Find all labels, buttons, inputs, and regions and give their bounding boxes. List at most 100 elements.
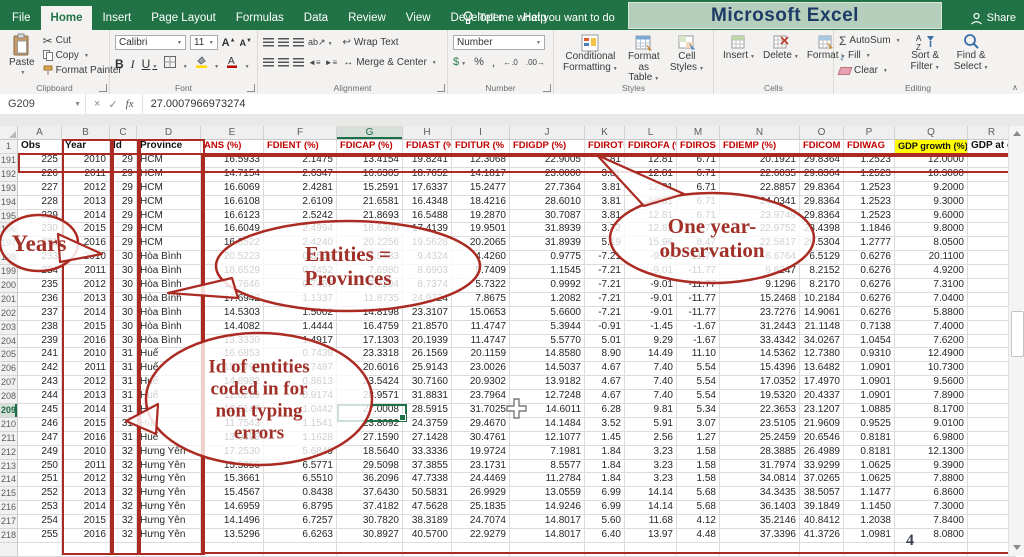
cell-N215[interactable]: 34.3435 bbox=[720, 487, 800, 501]
cell-C203[interactable]: 30 bbox=[110, 321, 137, 335]
cell-B215[interactable]: 2013 bbox=[62, 487, 110, 501]
cell-C216[interactable]: 32 bbox=[110, 501, 137, 515]
row-header-205[interactable]: 205 bbox=[0, 348, 18, 362]
field-header-FDIROTC ([interactable]: FDIROTC ( bbox=[585, 140, 625, 154]
cell-C197[interactable]: 29 bbox=[110, 237, 137, 251]
cell-B195[interactable]: 2014 bbox=[62, 210, 110, 224]
field-header-Year[interactable]: Year bbox=[62, 140, 110, 154]
cell-H197[interactable]: 19.5628 bbox=[403, 237, 452, 251]
cell-E214[interactable]: 15.3661 bbox=[201, 473, 264, 487]
vertical-scrollbar[interactable] bbox=[1008, 126, 1024, 556]
underline-button[interactable]: U bbox=[142, 57, 158, 71]
cell-B216[interactable]: 2014 bbox=[62, 501, 110, 515]
field-header-FDIROFA (%[interactable]: FDIROFA (% bbox=[625, 140, 677, 154]
cell-P196[interactable]: 1.1846 bbox=[844, 223, 895, 237]
cell-G208[interactable]: 28.9571 bbox=[337, 390, 403, 404]
cell-F195[interactable]: 2.5242 bbox=[264, 210, 337, 224]
cell-I206[interactable]: 23.0026 bbox=[452, 362, 510, 376]
cell-M201[interactable]: -11.77 bbox=[677, 293, 720, 307]
cell-F204[interactable]: 1.4917 bbox=[264, 335, 337, 349]
cell-P207[interactable]: 1.0901 bbox=[844, 376, 895, 390]
cell-F203[interactable]: 1.4444 bbox=[264, 321, 337, 335]
cell-L203[interactable]: -1.45 bbox=[625, 321, 677, 335]
row-header-211[interactable]: 211 bbox=[0, 432, 18, 446]
cell-D216[interactable]: Hưng Yên bbox=[137, 501, 201, 515]
cell-D200[interactable]: Hòa Bình bbox=[137, 279, 201, 293]
align-bottom-icon[interactable] bbox=[293, 38, 304, 47]
cell-D193[interactable]: HCM bbox=[137, 182, 201, 196]
cell-F193[interactable]: 2.4281 bbox=[264, 182, 337, 196]
cell-I198[interactable]: 4.4260 bbox=[452, 251, 510, 265]
cell-L206[interactable]: 7.40 bbox=[625, 362, 677, 376]
cell-F212[interactable]: 5.6849 bbox=[264, 446, 337, 460]
cell-Q215[interactable]: 6.8600 bbox=[895, 487, 968, 501]
cell-L202[interactable]: -9.01 bbox=[625, 307, 677, 321]
cell-A192[interactable]: 226 bbox=[18, 168, 62, 182]
cell-K194[interactable]: 3.81 bbox=[585, 196, 625, 210]
cell-A212[interactable]: 249 bbox=[18, 446, 62, 460]
cell-A199[interactable]: 234 bbox=[18, 265, 62, 279]
cell-K209[interactable]: 6.28 bbox=[585, 404, 625, 418]
scroll-down-button[interactable] bbox=[1010, 541, 1023, 554]
cell-A191[interactable]: 225 bbox=[18, 154, 62, 168]
cell-Q211[interactable]: 6.9800 bbox=[895, 432, 968, 446]
cell-L210[interactable]: 5.91 bbox=[625, 418, 677, 432]
collapse-ribbon-button[interactable]: ∧ bbox=[1012, 83, 1018, 92]
cell-H199[interactable]: 8.6903 bbox=[403, 265, 452, 279]
increase-indent-icon[interactable]: ►≡ bbox=[325, 58, 338, 67]
cell-C201[interactable]: 30 bbox=[110, 293, 137, 307]
cell-L196[interactable]: 12.81 bbox=[625, 223, 677, 237]
cell-C217[interactable]: 32 bbox=[110, 515, 137, 529]
row-header-191[interactable]: 191 bbox=[0, 154, 18, 168]
cell-F214[interactable]: 6.5510 bbox=[264, 473, 337, 487]
name-box[interactable]: G209 ▼ bbox=[0, 94, 86, 114]
cell-K195[interactable]: 3.81 bbox=[585, 210, 625, 224]
cell-I193[interactable]: 15.2477 bbox=[452, 182, 510, 196]
cell-D215[interactable]: Hưng Yên bbox=[137, 487, 201, 501]
cell-P212[interactable]: 0.8181 bbox=[844, 446, 895, 460]
grow-font-button[interactable]: A▲ bbox=[222, 37, 236, 49]
cell-B196[interactable]: 2015 bbox=[62, 223, 110, 237]
cell-J195[interactable]: 30.7087 bbox=[510, 210, 585, 224]
cell-N212[interactable]: 28.3885 bbox=[720, 446, 800, 460]
cell-P205[interactable]: 0.9310 bbox=[844, 348, 895, 362]
row-header-216[interactable]: 216 bbox=[0, 501, 18, 515]
cell-K212[interactable]: 1.84 bbox=[585, 446, 625, 460]
cell-N196[interactable]: 22.9752 bbox=[720, 223, 800, 237]
cell-A198[interactable]: 233 bbox=[18, 251, 62, 265]
cell-Q217[interactable]: 7.8400 bbox=[895, 515, 968, 529]
cell-M205[interactable]: 11.10 bbox=[677, 348, 720, 362]
cell-B205[interactable]: 2010 bbox=[62, 348, 110, 362]
cell-E202[interactable]: 14.5303 bbox=[201, 307, 264, 321]
cell-C191[interactable]: 29 bbox=[110, 154, 137, 168]
cell-O199[interactable]: 8.2152 bbox=[800, 265, 844, 279]
cell-J200[interactable]: 0.9992 bbox=[510, 279, 585, 293]
cell-F215[interactable]: 0.8438 bbox=[264, 487, 337, 501]
cell-F208[interactable]: 0.9174 bbox=[264, 390, 337, 404]
cell-N209[interactable]: 22.3653 bbox=[720, 404, 800, 418]
cell-A210[interactable]: 246 bbox=[18, 418, 62, 432]
cell-Q200[interactable]: 7.3100 bbox=[895, 279, 968, 293]
cell-D204[interactable]: Hòa Bình bbox=[137, 335, 201, 349]
cell-I202[interactable]: 15.0653 bbox=[452, 307, 510, 321]
scrollbar-thumb[interactable] bbox=[1011, 311, 1024, 357]
cell-O201[interactable]: 10.2184 bbox=[800, 293, 844, 307]
cell-E191[interactable]: 16.5933 bbox=[201, 154, 264, 168]
orientation-button[interactable]: ab↗ bbox=[308, 37, 333, 48]
field-header-FDIEMP (%)[interactable]: FDIEMP (%) bbox=[720, 140, 800, 154]
cell-B214[interactable]: 2012 bbox=[62, 473, 110, 487]
cell-D206[interactable]: Huế bbox=[137, 362, 201, 376]
align-left-icon[interactable] bbox=[263, 58, 274, 67]
cell-I201[interactable]: 7.8675 bbox=[452, 293, 510, 307]
cell-D217[interactable]: Hưng Yên bbox=[137, 515, 201, 529]
cell-H196[interactable]: 17.4139 bbox=[403, 223, 452, 237]
cell-G192[interactable]: 16.6305 bbox=[337, 168, 403, 182]
field-header-FDITUR (%[interactable]: FDITUR (% bbox=[452, 140, 510, 154]
cell-K217[interactable]: 5.60 bbox=[585, 515, 625, 529]
cell-I207[interactable]: 20.9302 bbox=[452, 376, 510, 390]
decrease-indent-icon[interactable]: ◄≡ bbox=[308, 58, 321, 67]
cell-P200[interactable]: 0.6276 bbox=[844, 279, 895, 293]
cell-A204[interactable]: 239 bbox=[18, 335, 62, 349]
decrease-decimal-button[interactable]: .00→ bbox=[526, 58, 545, 67]
cell-B201[interactable]: 2013 bbox=[62, 293, 110, 307]
